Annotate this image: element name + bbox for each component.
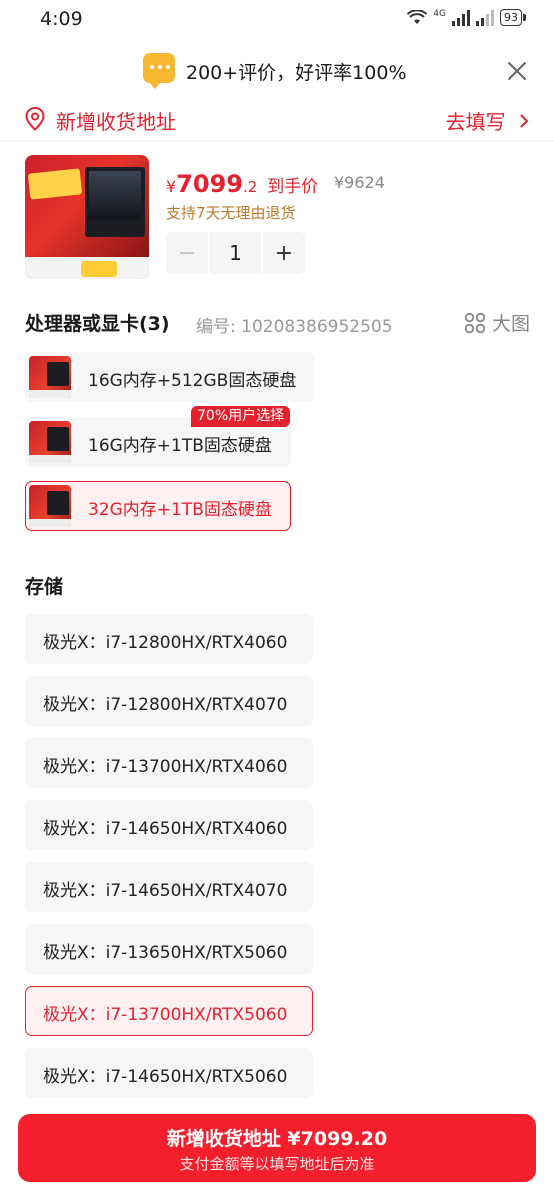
location-pin-icon: [25, 107, 45, 131]
grid-icon: [464, 312, 486, 333]
address-row[interactable]: 新增收货地址 去填写: [0, 98, 554, 141]
signal-icon-2: [476, 9, 494, 26]
variant-option-label: 16G内存+1TB固态硬盘: [88, 436, 272, 456]
fill-address-label: 去填写: [445, 110, 506, 134]
storage-option-label: 极光X：i7-13650HX/RTX5060: [43, 943, 288, 963]
price-currency: ¥: [166, 177, 177, 196]
promo-badge-graphic: [27, 168, 83, 200]
storage-option[interactable]: 极光X：i7-14650HX/RTX5060: [25, 1048, 313, 1098]
storage-option-label: 极光X：i7-14650HX/RTX4070: [43, 881, 288, 901]
storage-option[interactable]: 极光X：i7-12800HX/RTX4060: [25, 614, 313, 664]
return-policy: 支持7天无理由退货: [166, 204, 296, 222]
fill-address-link[interactable]: 去填写: [446, 106, 530, 135]
quantity-stepper: − 1 +: [166, 232, 305, 274]
storage-option-label: 极光X：i7-12800HX/RTX4060: [43, 633, 288, 653]
variant-option-selected[interactable]: 32G内存+1TB固态硬盘: [25, 481, 291, 531]
storage-option[interactable]: 极光X：i7-13650HX/RTX5060: [25, 924, 313, 974]
price-row: ¥ 7099 .2 到手价: [166, 170, 318, 198]
storage-option[interactable]: 极光X：i7-14650HX/RTX4070: [25, 862, 313, 912]
variant-section-title: 处理器或显卡(3): [25, 313, 170, 335]
discount-graphic: [81, 261, 117, 277]
storage-option-selected[interactable]: 极光X：i7-13700HX/RTX5060: [25, 986, 313, 1036]
big-view-label: 大图: [491, 313, 530, 335]
laptop-graphic: [85, 167, 145, 237]
popular-choice-badge: 70%用户选择: [191, 406, 291, 427]
storage-option[interactable]: 极光X：i7-14650HX/RTX4060: [25, 800, 313, 850]
status-bar: 4:09 4G 93: [0, 0, 554, 40]
battery-tip: [523, 14, 526, 21]
network-type: 4G: [433, 8, 446, 19]
variant-option-label: 16G内存+512GB固态硬盘: [88, 371, 297, 391]
address-label: 新增收货地址: [56, 110, 176, 134]
storage-option[interactable]: 极光X：i7-12800HX/RTX4070: [25, 676, 313, 726]
price-integer: 7099: [176, 170, 243, 198]
battery-indicator: 93: [500, 9, 522, 26]
option-thumbnail: [29, 421, 71, 463]
close-icon[interactable]: [506, 60, 528, 82]
status-time: 4:09: [40, 8, 83, 30]
add-address-button[interactable]: 新增收货地址 ¥7099.20 支付金额等以填写地址后为准: [18, 1114, 536, 1182]
price-decimal: .2: [242, 178, 258, 196]
rating-summary: 200+评价，好评率100%: [186, 62, 407, 84]
product-code: 编号: 10208386952505: [196, 317, 393, 337]
sheet-header: 200+评价，好评率100%: [0, 48, 554, 94]
increase-button[interactable]: +: [263, 232, 305, 274]
add-address-button-label: 新增收货地址 ¥7099.20: [166, 1128, 388, 1150]
original-price: ¥9624: [334, 173, 385, 192]
storage-option[interactable]: 极光X：i7-13700HX/RTX4060: [25, 738, 313, 788]
wifi-icon: [407, 9, 428, 24]
storage-section-title: 存储: [25, 576, 64, 598]
storage-option-label: 极光X：i7-13700HX/RTX4060: [43, 757, 288, 777]
price-label: 到手价: [267, 177, 319, 197]
chevron-right-icon: [520, 114, 529, 128]
variant-option-label: 32G内存+1TB固态硬盘: [88, 500, 272, 520]
quantity-value[interactable]: 1: [210, 232, 261, 274]
option-thumbnail: [29, 485, 71, 527]
decrease-button[interactable]: −: [166, 232, 208, 274]
storage-option-label: 极光X：i7-13700HX/RTX5060: [43, 1005, 288, 1025]
storage-option-label: 极光X：i7-12800HX/RTX4070: [43, 695, 288, 715]
chat-bubble-icon: [143, 53, 175, 89]
signal-icon: [452, 9, 470, 26]
product-thumbnail[interactable]: [25, 155, 149, 279]
variant-option[interactable]: 16G内存+512GB固态硬盘: [25, 352, 314, 402]
storage-option-label: 极光X：i7-14650HX/RTX5060: [43, 1067, 288, 1087]
add-address-button-note: 支付金额等以填写地址后为准: [179, 1155, 375, 1173]
storage-option-label: 极光X：i7-14650HX/RTX4060: [43, 819, 288, 839]
big-view-toggle[interactable]: 大图: [464, 309, 530, 336]
option-thumbnail: [29, 356, 71, 398]
status-icons: 4G 93: [407, 9, 526, 26]
